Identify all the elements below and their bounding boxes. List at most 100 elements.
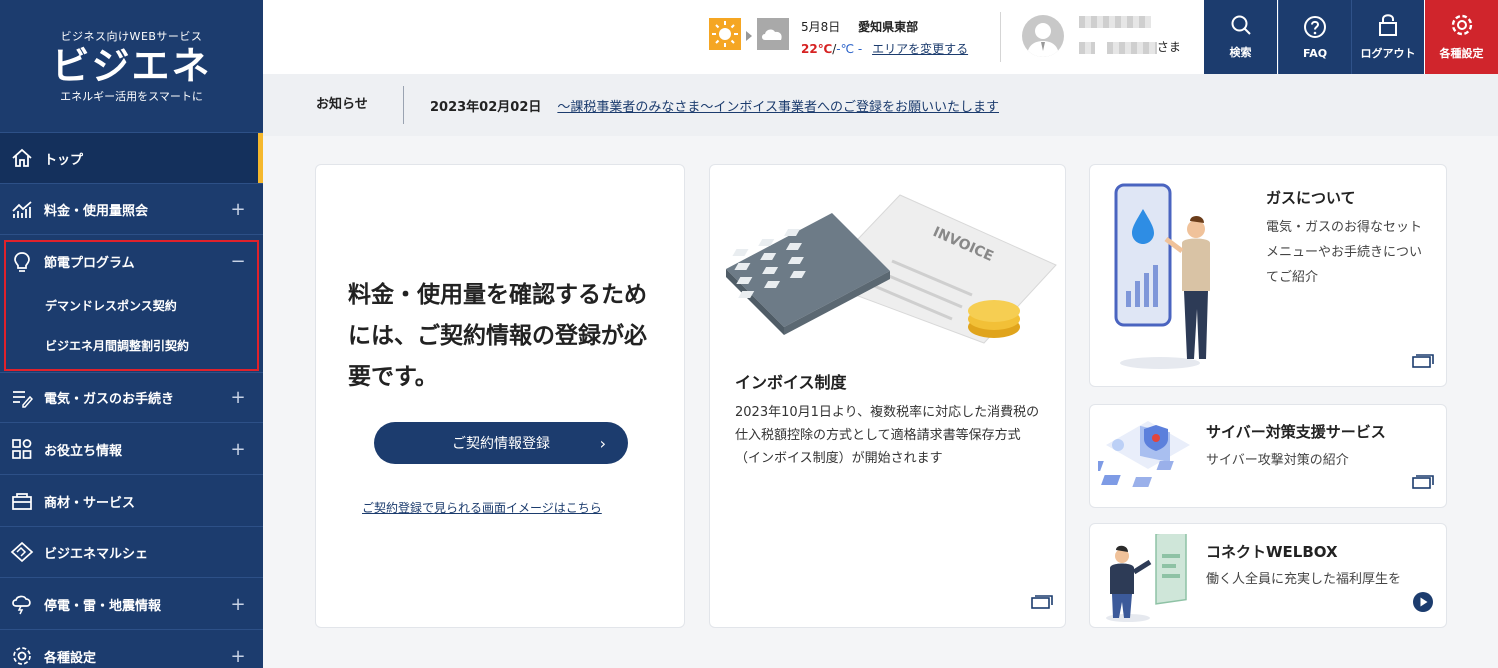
faq-button-label: FAQ <box>1302 46 1328 60</box>
gas-card-desc: 電気・ガスのお得なセットメニューやお手続きについてご紹介 <box>1266 220 1423 285</box>
screen-image-link[interactable]: ご契約登録で見られる画面イメージはこちら <box>362 499 602 516</box>
arrow-right-icon <box>745 27 753 46</box>
cyber-card-desc: サイバー攻撃対策の紹介 <box>1206 453 1349 468</box>
welbox-card[interactable]: コネクトWELBOX 働く人全員に充実した福利厚生を <box>1089 523 1447 628</box>
chevron-right-icon: › <box>599 433 606 453</box>
bulb-icon <box>0 251 44 273</box>
collapse-icon[interactable]: − <box>213 251 263 272</box>
settings-button[interactable]: 各種設定 <box>1425 0 1498 74</box>
search-button-label: 検索 <box>1229 46 1252 59</box>
home-icon <box>0 148 44 168</box>
top-header: 5月8日 愛知県東部 22℃/-℃ - エリアを変更する さま 検索 FAQ ロ… <box>263 0 1498 74</box>
gas-card[interactable]: ガスについて 電気・ガスのお得なセットメニューやお手続きについてご紹介 <box>1089 164 1447 387</box>
invoice-card-body: 2023年10月1日より、複数税率に対応した消費税の仕入税額控除の方式として適格… <box>735 405 1040 466</box>
notice-bar: お知らせ 2023年02月02日 ～課税事業者のみなさま～インボイス事業者へのご… <box>263 74 1498 136</box>
user-suffix: さま <box>1156 40 1181 54</box>
chart-icon <box>0 199 44 219</box>
sidebar-item-label: 商材・サービス <box>44 495 136 511</box>
sidebar-item-label: ビジエネマルシェ <box>44 546 149 562</box>
notice-label: お知らせ <box>316 86 404 124</box>
sidebar-item-label: 電気・ガスのお手続き <box>44 392 175 407</box>
search-icon <box>1231 15 1251 35</box>
contract-register-button-label: ご契約情報登録 <box>452 436 550 452</box>
notice-link[interactable]: ～課税事業者のみなさま～インボイス事業者へのご登録をお願いいたします <box>557 96 999 115</box>
sidebar-item-useful-info[interactable]: お役立ち情報 + <box>0 424 263 475</box>
welbox-illustration <box>1106 534 1187 622</box>
sidebar-item-label: 節電プログラム <box>44 256 135 271</box>
user-name-redacted <box>1106 41 1157 54</box>
brand-subtitle: エネルギー活用をスマートに <box>60 90 203 103</box>
contract-register-button[interactable]: ご契約情報登録 › <box>374 422 628 464</box>
logout-button-label: ログアウト <box>1360 47 1416 60</box>
sidebar-item-top[interactable]: トップ <box>0 133 263 184</box>
sidebar-item-label: お役立ち情報 <box>44 443 123 459</box>
welbox-card-desc: 働く人全員に充実した福利厚生を <box>1206 572 1402 587</box>
gear-icon <box>0 645 44 667</box>
weather-date: 5月8日 <box>801 20 841 34</box>
brand-name: ビジエネ <box>51 44 212 88</box>
sidebar-item-billing[interactable]: 料金・使用量照会 + <box>0 184 263 235</box>
welbox-card-title: コネクトWELBOX <box>1206 543 1338 561</box>
sidebar-item-marche[interactable]: ビジエネマルシェ <box>0 527 263 578</box>
temp-low: -℃ - <box>836 42 863 56</box>
sidebar-item-label: 料金・使用量照会 <box>44 203 149 219</box>
brand-tagline: ビジネス向けWEBサービス <box>60 30 203 43</box>
grid-icon <box>0 438 44 460</box>
window-icon <box>1412 474 1434 493</box>
sun-icon <box>709 18 741 54</box>
sidebar-item-label: トップ <box>44 152 84 168</box>
user-company-redacted <box>1079 15 1151 28</box>
search-button[interactable]: 検索 <box>1204 0 1277 74</box>
brand-logo[interactable]: ビジネス向けWEBサービス ビジエネ エネルギー活用をスマートに <box>0 0 263 133</box>
sidebar-item-outage-info[interactable]: 停電・雷・地震情報 + <box>0 579 263 630</box>
weather-region: 愛知県東部 <box>858 20 919 34</box>
expand-icon[interactable]: + <box>213 199 263 220</box>
avatar <box>1022 15 1064 57</box>
settings-button-label: 各種設定 <box>1439 47 1484 60</box>
window-icon <box>1412 353 1434 372</box>
user-info: さま <box>1079 14 1181 55</box>
invoice-card-title: インボイス制度 <box>735 373 847 392</box>
sidebar-subitem-demand-response[interactable]: デマンドレスポンス契約 <box>45 297 177 314</box>
user-id-redacted <box>1079 41 1095 54</box>
expand-icon[interactable]: + <box>213 439 263 460</box>
sidebar-item-settings[interactable]: 各種設定 + <box>0 631 263 668</box>
expand-icon[interactable]: + <box>213 387 263 408</box>
gas-card-title: ガスについて <box>1266 189 1356 207</box>
temp-high: 22℃ <box>801 42 833 56</box>
user-icon <box>1027 23 1059 57</box>
question-icon <box>1304 15 1326 38</box>
faq-button[interactable]: FAQ <box>1278 0 1351 74</box>
form-icon <box>0 388 44 408</box>
cyber-card-title: サイバー対策支援サービス <box>1206 423 1386 441</box>
sidebar-subitem-monthly-discount[interactable]: ビジエネ月間調整割引契約 <box>45 337 189 354</box>
contract-card-title: 料金・使用量を確認するためには、ご契約情報の登録が必要です。 <box>348 282 647 390</box>
invoice-card[interactable]: INVOICE インボイス制度 2023年10月1日より、複数税率に対応した消費… <box>709 164 1066 628</box>
sidebar-item-saving-program[interactable]: 節電プログラム − <box>0 236 263 287</box>
play-icon <box>1412 591 1434 617</box>
cyber-card[interactable]: サイバー対策支援サービス サイバー攻撃対策の紹介 <box>1089 404 1447 508</box>
sidebar-item-label: 各種設定 <box>44 650 97 666</box>
sidebar-item-procedures[interactable]: 電気・ガスのお手続き + <box>0 372 263 423</box>
store-icon <box>0 491 44 511</box>
sidebar-item-products[interactable]: 商材・サービス <box>0 476 263 527</box>
notice-date: 2023年02月02日 <box>430 99 542 115</box>
gear-icon <box>1451 14 1472 36</box>
storm-icon <box>0 593 44 615</box>
expand-icon[interactable]: + <box>213 594 263 615</box>
handshake-icon <box>0 541 44 563</box>
logout-button[interactable]: ログアウト <box>1351 0 1424 74</box>
divider <box>1000 12 1001 62</box>
cloud-icon <box>757 18 789 54</box>
gas-illustration <box>1114 183 1210 369</box>
sidebar-item-label: 停電・雷・地震情報 <box>44 598 162 614</box>
window-icon <box>1031 594 1053 613</box>
sidebar: ビジネス向けWEBサービス ビジエネ エネルギー活用をスマートに トップ 料金・… <box>0 0 263 668</box>
weather-info: 5月8日 愛知県東部 22℃/-℃ - エリアを変更する <box>801 16 968 60</box>
weather-icons <box>709 18 789 54</box>
cyber-illustration <box>1098 421 1190 487</box>
contract-registration-card: 料金・使用量を確認するためには、ご契約情報の登録が必要です。 ご契約情報登録 ›… <box>315 164 685 628</box>
lock-icon <box>1379 14 1397 36</box>
expand-icon[interactable]: + <box>213 646 263 667</box>
change-area-link[interactable]: エリアを変更する <box>872 42 968 56</box>
